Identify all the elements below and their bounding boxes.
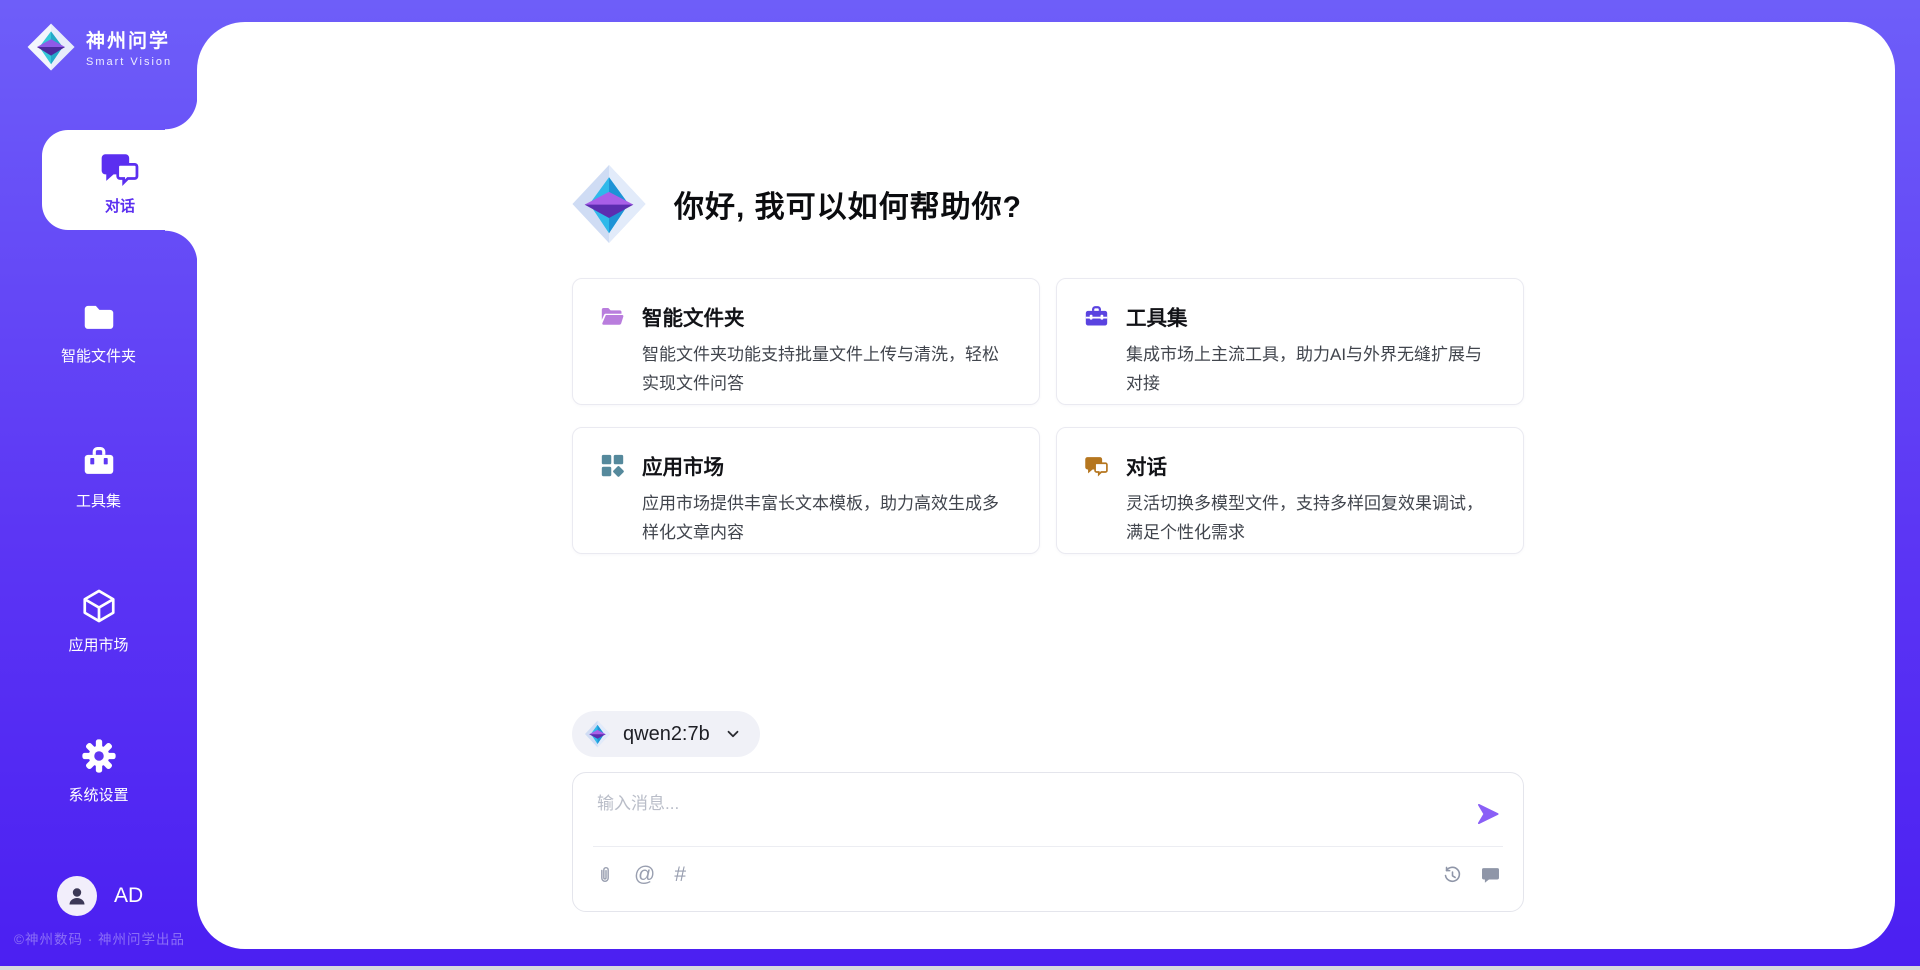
card-description: 智能文件夹功能支持批量文件上传与清洗，轻松实现文件问答 bbox=[642, 340, 1011, 398]
folder-open-icon bbox=[599, 303, 626, 330]
composer-tools-right bbox=[1442, 865, 1501, 886]
sidebar-item-label: 工具集 bbox=[76, 490, 121, 511]
card-description: 应用市场提供丰富长文本模板，助力高效生成多样化文章内容 bbox=[642, 489, 1011, 547]
sidebar-item-toolset[interactable]: 工具集 bbox=[0, 437, 197, 511]
message-composer: @ # bbox=[572, 772, 1524, 912]
hash-icon[interactable]: # bbox=[674, 865, 686, 885]
send-icon[interactable] bbox=[1475, 801, 1501, 827]
tab-fillet-top bbox=[165, 97, 198, 130]
chat-icon bbox=[98, 146, 142, 190]
card-smart-folder[interactable]: 智能文件夹 智能文件夹功能支持批量文件上传与清洗，轻松实现文件问答 bbox=[572, 278, 1040, 405]
sidebar-item-label: 对话 bbox=[105, 195, 135, 216]
user-account[interactable]: AD bbox=[57, 876, 143, 916]
card-chat[interactable]: 对话 灵活切换多模型文件，支持多样回复效果调试，满足个性化需求 bbox=[1056, 427, 1524, 554]
history-icon[interactable] bbox=[1442, 865, 1463, 886]
person-icon bbox=[65, 884, 89, 908]
briefcase-icon bbox=[80, 443, 118, 481]
brand-logo: 神州问学 Smart Vision bbox=[26, 22, 172, 72]
card-description: 灵活切换多模型文件，支持多样回复效果调试，满足个性化需求 bbox=[1126, 489, 1495, 547]
card-toolset[interactable]: 工具集 集成市场上主流工具，助力AI与外界无缝扩展与对接 bbox=[1056, 278, 1524, 405]
cube-icon bbox=[80, 587, 118, 625]
card-title: 智能文件夹 bbox=[642, 301, 745, 331]
sidebar-item-app-market[interactable]: 应用市场 bbox=[0, 581, 197, 655]
greeting-title: 你好, 我可以如何帮助你? bbox=[674, 182, 1022, 226]
diamond-logo-icon bbox=[26, 22, 76, 72]
diamond-logo-icon bbox=[570, 160, 648, 248]
avatar bbox=[57, 876, 97, 916]
brand-subtitle: Smart Vision bbox=[86, 56, 172, 68]
sidebar-item-label: 应用市场 bbox=[68, 634, 128, 655]
card-app-market[interactable]: 应用市场 应用市场提供丰富长文本模板，助力高效生成多样化文章内容 bbox=[572, 427, 1040, 554]
sidebar-item-settings[interactable]: 系统设置 bbox=[0, 731, 197, 805]
composer-tools-left: @ # bbox=[595, 865, 686, 885]
model-name: qwen2:7b bbox=[623, 723, 710, 746]
at-icon[interactable]: @ bbox=[634, 865, 655, 885]
grid-icon bbox=[599, 452, 626, 479]
greeting: 你好, 我可以如何帮助你? bbox=[570, 160, 1022, 248]
sidebar: 神州问学 Smart Vision 对话 智能文件夹 工具集 bbox=[0, 0, 197, 970]
bottom-scrollbar-strip bbox=[0, 966, 1920, 970]
feature-cards: 智能文件夹 智能文件夹功能支持批量文件上传与清洗，轻松实现文件问答 工具集 集成… bbox=[572, 278, 1524, 554]
card-title: 对话 bbox=[1126, 450, 1167, 480]
folder-icon bbox=[80, 298, 118, 336]
card-title: 工具集 bbox=[1126, 301, 1188, 331]
sidebar-item-label: 系统设置 bbox=[68, 784, 128, 805]
chevron-down-icon bbox=[724, 725, 742, 743]
composer-divider bbox=[593, 846, 1503, 847]
paperclip-icon[interactable] bbox=[595, 865, 615, 885]
chat-icon bbox=[1083, 452, 1110, 479]
sidebar-item-smart-folder[interactable]: 智能文件夹 bbox=[0, 292, 197, 366]
briefcase-icon bbox=[1083, 303, 1110, 330]
card-title: 应用市场 bbox=[642, 450, 724, 480]
diamond-logo-icon bbox=[584, 719, 611, 749]
copyright-text: ©神州数码 · 神州问学出品 bbox=[14, 928, 185, 948]
tab-fillet-bottom bbox=[165, 230, 198, 263]
user-initials: AD bbox=[114, 884, 143, 908]
sidebar-item-label: 智能文件夹 bbox=[61, 345, 136, 366]
model-selector[interactable]: qwen2:7b bbox=[572, 711, 760, 757]
card-description: 集成市场上主流工具，助力AI与外界无缝扩展与对接 bbox=[1126, 340, 1495, 398]
comment-icon[interactable] bbox=[1480, 865, 1501, 886]
gear-icon bbox=[80, 737, 118, 775]
message-input[interactable] bbox=[597, 789, 1445, 841]
brand-name: 神州问学 bbox=[86, 26, 172, 53]
sidebar-item-chat[interactable]: 对话 bbox=[42, 130, 198, 230]
